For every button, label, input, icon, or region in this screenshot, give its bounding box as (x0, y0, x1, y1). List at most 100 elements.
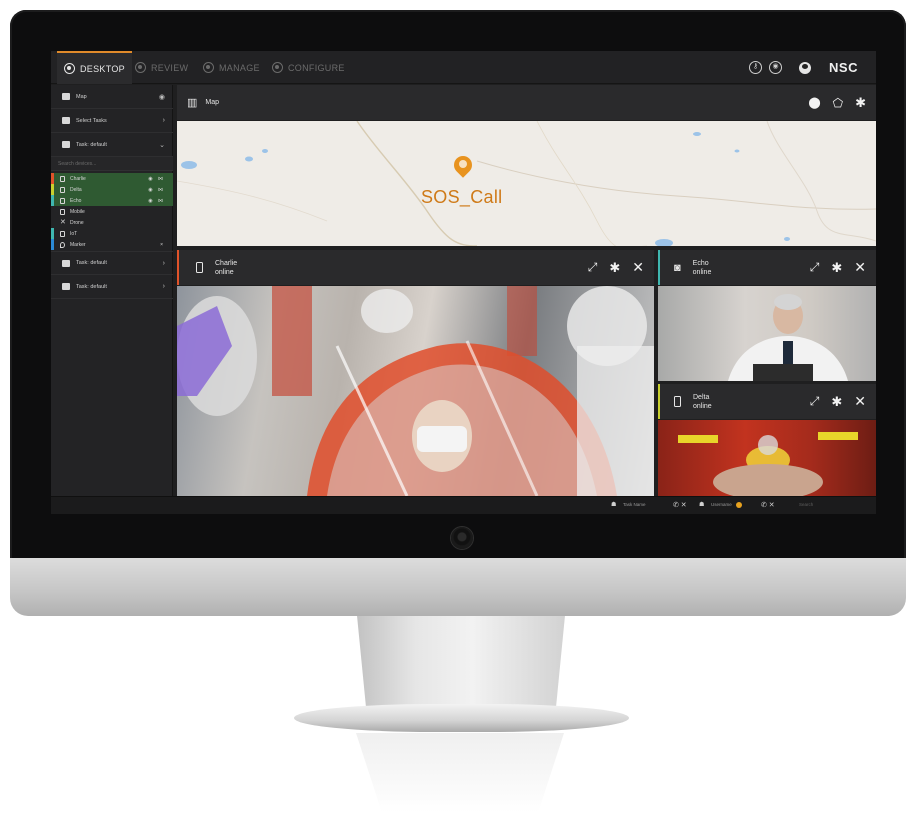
phone-icon (60, 175, 65, 182)
tab-configure-label: CONFIGURE (288, 62, 345, 73)
list-item[interactable]: Marker × (51, 239, 173, 250)
marker-icon (60, 241, 65, 248)
sidebar-task-label: Task: default (76, 141, 107, 148)
tab-desktop[interactable]: DESKTOP (57, 51, 132, 84)
tab-configure[interactable]: CONFIGURE (272, 51, 345, 84)
expand-icon[interactable]: ⤢ (588, 260, 598, 275)
phone-icon (674, 396, 681, 407)
call-icon[interactable]: ✆ ✕ (761, 501, 775, 509)
camera-icon (60, 197, 65, 204)
sidebar-item-task-collapsed[interactable]: Task: default › (51, 275, 173, 299)
gear-icon[interactable]: ✱ (831, 260, 842, 276)
phone-icon (60, 186, 65, 193)
charlie-video-feed[interactable] (177, 286, 654, 496)
unit-label: IoT (70, 230, 78, 237)
map-icon (62, 93, 70, 100)
unit-color-bar (51, 239, 54, 250)
group-icon: ☗ (611, 502, 617, 508)
list-item[interactable]: ✕ Drone (51, 217, 173, 228)
expand-icon[interactable]: ⤢ (810, 394, 820, 409)
status-bar: ☗ Task Name ✆ ✕ ☗ Username ✆ ✕ Search (51, 496, 876, 514)
tab-review-label: REVIEW (151, 62, 189, 73)
tab-desktop-label: DESKTOP (80, 63, 125, 74)
status-dot-icon (736, 502, 742, 508)
location-pin-icon[interactable]: ⬤ (808, 96, 820, 109)
map-panel-title: Map (205, 99, 220, 106)
footer-task-name: Task Name (623, 502, 646, 507)
unit-label: Echo (70, 197, 82, 204)
video-frame-graphic (728, 294, 848, 381)
sidebar-task-label: Task: default (76, 260, 107, 266)
app-screen: DESKTOP REVIEW MANAGE CONFIGURE ⚷ ◉ NSC (51, 51, 876, 514)
group-icon (62, 259, 70, 267)
review-icon (135, 62, 146, 73)
echo-panel-controls: ⤢ ✱ ✕ (810, 250, 866, 285)
expand-icon[interactable]: ⤢ (810, 260, 820, 275)
tab-manage[interactable]: MANAGE (203, 51, 260, 84)
device-search-input[interactable]: Search devices... (51, 157, 173, 171)
user-account-icon[interactable] (799, 61, 812, 74)
list-item[interactable]: Charlie ◉ ⋈ (51, 173, 173, 184)
phone-icon (60, 208, 65, 215)
sos-marker-icon[interactable] (450, 152, 476, 178)
charlie-status: online (215, 268, 234, 276)
group-icon (62, 141, 70, 148)
list-item[interactable]: Mobile (51, 206, 173, 217)
map-toolbar: ⬤ ⬠ ✱ (808, 85, 866, 120)
echo-status: online (692, 268, 712, 276)
gear-icon[interactable]: ✱ (855, 95, 866, 111)
delta-panel-controls: ⤢ ✱ ✕ (810, 384, 866, 419)
monitor-stand-neck (357, 616, 565, 708)
sidebar-item-map[interactable]: Map ◉ (51, 85, 173, 109)
chevron-right-icon: › (162, 259, 165, 267)
top-nav-bar: DESKTOP REVIEW MANAGE CONFIGURE ⚷ ◉ NSC (51, 51, 876, 84)
charlie-panel-header: Charlie online ⤢ ✱ ✕ (177, 250, 654, 285)
drone-icon: ✕ (60, 218, 66, 226)
unit-color-bar (51, 217, 54, 228)
visibility-icons[interactable]: ◉ ⋈ (148, 176, 165, 182)
eye-icon[interactable]: ◉ (159, 93, 165, 101)
video-frame-graphic (177, 286, 654, 496)
gear-icon[interactable]: ✱ (609, 260, 620, 276)
monitor-chin (10, 558, 906, 616)
key-icon[interactable]: ⚷ (749, 61, 763, 74)
close-icon[interactable]: ✕ (854, 393, 866, 410)
sidebar-map-label: Map (76, 93, 87, 100)
visibility-icons[interactable]: ◉ ⋈ (148, 198, 165, 204)
close-icon[interactable]: ✕ (854, 259, 866, 276)
footer-username: Username (711, 502, 732, 507)
tab-review[interactable]: REVIEW (135, 51, 188, 84)
call-icon[interactable]: ✆ ✕ (673, 501, 687, 509)
map-book-icon: ▥ (187, 97, 198, 109)
configure-icon (272, 62, 283, 73)
unit-label: Charlie (70, 175, 86, 182)
delta-panel-header: Delta online ⤢ ✱ ✕ (658, 384, 876, 419)
visibility-icons[interactable]: ◉ ⋈ (148, 187, 165, 193)
map-panel-header: ▥ Map ⬤ ⬠ ✱ (177, 85, 876, 120)
stand-reflection (356, 733, 564, 813)
monitor-stand-base (294, 704, 629, 732)
sidebar-task-label: Task: default (76, 283, 107, 290)
delta-status: online (693, 402, 712, 410)
footer-search[interactable]: Search (799, 502, 813, 507)
unit-color-bar (51, 206, 54, 217)
headset-icon[interactable]: ◉ (769, 61, 783, 74)
list-item[interactable]: IoT (51, 228, 173, 239)
echo-video-feed[interactable] (658, 286, 876, 381)
sidebar-item-task-expanded[interactable]: Task: default ⌄ (51, 133, 173, 157)
sidebar-item-task-collapsed[interactable]: Task: default › (51, 251, 173, 275)
close-icon[interactable]: × (160, 242, 165, 248)
map-view[interactable]: SOS_Call (177, 121, 876, 246)
map-canvas (177, 121, 876, 246)
unit-color-bar (51, 173, 54, 184)
delta-video-feed[interactable] (658, 420, 876, 496)
list-item[interactable]: Delta ◉ ⋈ (51, 184, 173, 195)
close-icon[interactable]: ✕ (632, 259, 644, 276)
list-item[interactable]: Echo ◉ ⋈ (51, 195, 173, 206)
delta-name: Delta (693, 393, 710, 401)
unit-label: Delta (70, 186, 82, 193)
gear-icon[interactable]: ✱ (831, 394, 842, 410)
sos-marker-label: SOS_Call (421, 187, 503, 207)
sidebar-item-select-tasks[interactable]: Select Tasks › (51, 109, 173, 133)
polygon-icon[interactable]: ⬠ (833, 96, 843, 110)
